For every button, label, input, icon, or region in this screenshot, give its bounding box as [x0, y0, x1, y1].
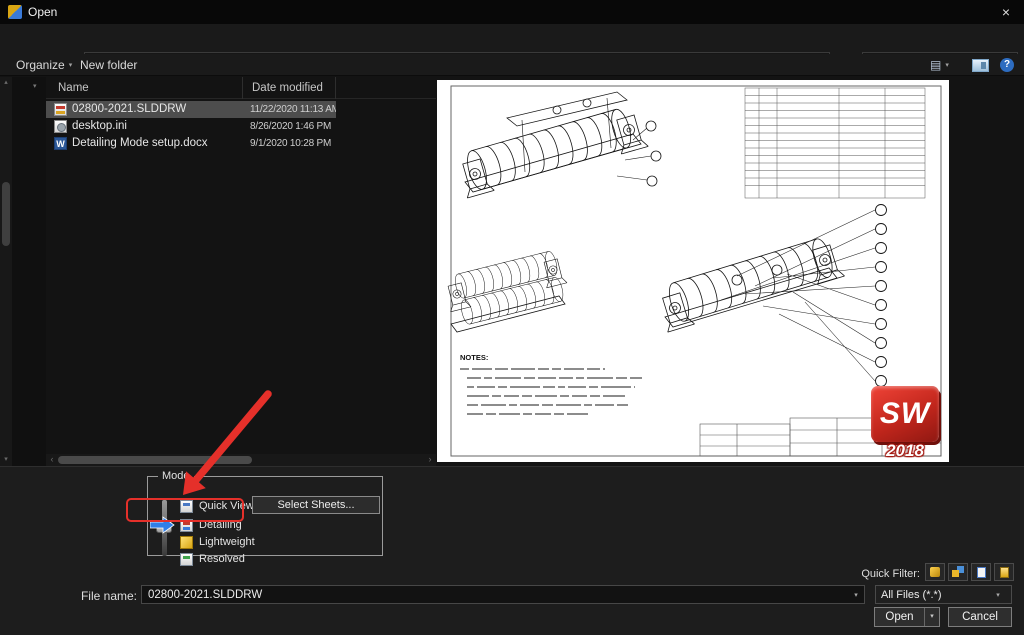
- drawing-icon: [977, 567, 986, 578]
- mode-option-label: Lightweight: [199, 536, 255, 548]
- solidworks-logo: SW 2018: [863, 386, 947, 461]
- file-date: 9/1/2020 10:28 PM: [250, 135, 336, 152]
- navigation-bar: ← → ▾ ↑ LP5-MSC-DSA › DATA (E:) › SOLIDW…: [0, 24, 1024, 54]
- preview-pane-icon[interactable]: [972, 59, 989, 72]
- file-name-label: File name:: [55, 589, 137, 603]
- lightweight-icon: [180, 536, 193, 549]
- assembly-icon: [952, 570, 959, 577]
- mode-option-quick-view[interactable]: Quick View: [180, 498, 254, 514]
- organize-label: Organize: [16, 58, 65, 72]
- cancel-button[interactable]: Cancel: [948, 607, 1012, 627]
- mode-option-label: Detailing: [199, 519, 242, 531]
- file-type-dropdown-icon: ▾: [990, 591, 1006, 599]
- filter-assemblies-button[interactable]: [948, 563, 968, 581]
- file-type-value: All Files (*.*): [881, 589, 942, 601]
- file-row-ini[interactable]: desktop.ini 8/26/2020 1:46 PM: [46, 118, 336, 135]
- mode-panel-label: Mode: [158, 470, 194, 482]
- open-dialog: Open × ← → ▾ ↑ LP5-MSC-DSA › DATA (E:) ›…: [0, 0, 1024, 635]
- mode-option-label: Resolved: [199, 553, 245, 565]
- open-button[interactable]: Open ▾: [874, 607, 940, 627]
- mode-option-lightweight[interactable]: Lightweight: [180, 534, 255, 550]
- caret-down-icon: ▾: [945, 62, 949, 69]
- file-name-input[interactable]: [142, 589, 848, 601]
- file-date: 8/26/2020 1:46 PM: [250, 118, 336, 135]
- logo-year: 2018: [863, 441, 947, 461]
- quick-view-icon: [180, 500, 193, 513]
- scrollbar-thumb[interactable]: [58, 456, 252, 464]
- mode-option-resolved[interactable]: Resolved: [180, 551, 245, 567]
- column-header-name[interactable]: Name: [46, 77, 243, 99]
- mode-panel: Mode Quick View Detailing Lightweight Re…: [147, 470, 383, 556]
- file-row-slddrw[interactable]: 02800-2021.SLDDRW 11/22/2020 11:13 AM: [46, 101, 336, 118]
- logo-text: SW: [880, 397, 930, 431]
- solidworks-cube-icon: SW: [871, 386, 939, 442]
- command-bar: Organize▾ New folder ▤▾ ?: [0, 54, 1024, 76]
- scroll-right-icon[interactable]: ›: [424, 454, 436, 466]
- column-header-date[interactable]: Date modified: [243, 77, 336, 99]
- file-row-docx[interactable]: W Detailing Mode setup.docx 9/1/2020 10:…: [46, 135, 336, 152]
- file-name: desktop.ini: [72, 118, 127, 135]
- file-name-dropdown-icon[interactable]: ▾: [848, 591, 864, 599]
- new-folder-button[interactable]: New folder: [80, 54, 137, 76]
- change-view-button[interactable]: ▤▾: [930, 54, 949, 76]
- window-title: Open: [28, 0, 57, 24]
- detailing-icon: [180, 519, 193, 532]
- filter-drawings-button[interactable]: [971, 563, 991, 581]
- scroll-left-icon[interactable]: ‹: [46, 454, 58, 466]
- filter-parts-button[interactable]: [925, 563, 945, 581]
- resolved-icon: [180, 553, 193, 566]
- word-file-icon: W: [54, 137, 67, 150]
- tree-scrollbar[interactable]: ▴ ▾: [0, 77, 12, 466]
- file-name: Detailing Mode setup.docx: [72, 135, 208, 152]
- list-view-icon: ▤: [930, 58, 941, 72]
- file-list: Name Date modified 02800-2021.SLDDRW 11/…: [46, 77, 436, 466]
- app-icon: [8, 5, 22, 19]
- titlebar: Open ×: [0, 0, 1024, 24]
- scrollbar-thumb[interactable]: [2, 182, 10, 246]
- sheet-icon: [1000, 567, 1009, 578]
- help-icon[interactable]: ?: [1000, 58, 1014, 72]
- dialog-footer: Mode Quick View Detailing Lightweight Re…: [0, 466, 1024, 635]
- close-icon[interactable]: ×: [988, 0, 1024, 24]
- scroll-up-icon[interactable]: ▴: [0, 77, 12, 89]
- slddrw-file-icon: [54, 103, 67, 116]
- caret-down-icon: ▾: [69, 62, 73, 69]
- scroll-down-icon[interactable]: ▾: [0, 454, 12, 466]
- open-button-label[interactable]: Open: [875, 608, 924, 626]
- notes-label: NOTES:: [460, 353, 488, 362]
- column-headers: Name Date modified: [46, 77, 436, 99]
- quick-filter-label: Quick Filter:: [838, 568, 920, 580]
- folder-tree-pane: [12, 77, 46, 466]
- mode-option-detailing[interactable]: Detailing: [180, 517, 242, 533]
- filter-toplevel-button[interactable]: [994, 563, 1014, 581]
- open-dropdown-icon[interactable]: ▾: [924, 608, 939, 626]
- tree-collapse-chevron-icon[interactable]: ▾: [33, 82, 37, 90]
- ini-file-icon: [54, 120, 67, 133]
- file-date: 11/22/2020 11:13 AM: [250, 101, 336, 118]
- organize-menu[interactable]: Organize ▾: [16, 54, 72, 76]
- file-type-select[interactable]: All Files (*.*) ▾: [875, 585, 1012, 604]
- part-icon: [930, 567, 940, 577]
- file-name: 02800-2021.SLDDRW: [72, 101, 186, 118]
- list-horizontal-scrollbar[interactable]: ‹ ›: [46, 454, 436, 466]
- select-sheets-button[interactable]: Select Sheets...: [252, 496, 380, 514]
- file-name-combo[interactable]: ▾: [141, 585, 865, 604]
- mode-option-label: Quick View: [199, 500, 254, 512]
- mode-pointer-icon: [150, 516, 176, 534]
